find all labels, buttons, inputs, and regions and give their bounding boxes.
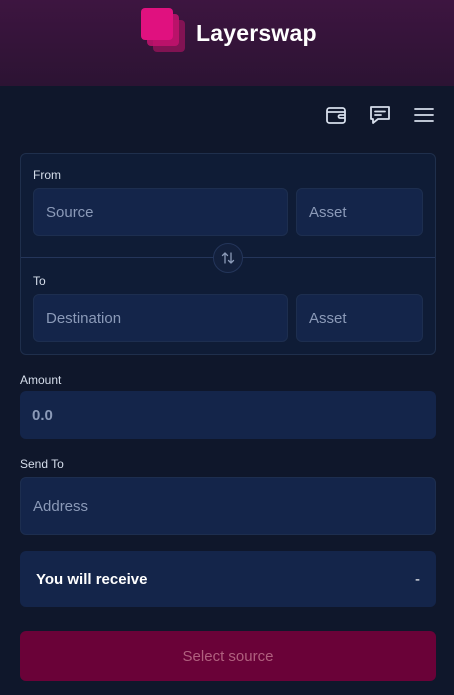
select-source-button[interactable]: Select source <box>20 631 436 681</box>
amount-input[interactable]: 0.0 <box>20 391 436 439</box>
receive-label: You will receive <box>36 570 148 588</box>
to-label: To <box>33 274 46 288</box>
send-to-label: Send To <box>20 457 64 471</box>
to-asset-select[interactable]: Asset <box>296 294 423 342</box>
source-select[interactable]: Source <box>33 188 288 236</box>
wallet-icon[interactable] <box>324 103 348 127</box>
swap-card: From Source Asset To Destination Asset <box>20 153 436 355</box>
layerswap-logo-icon[interactable] <box>141 8 187 54</box>
amount-label: Amount <box>20 373 62 387</box>
address-input[interactable]: Address <box>20 477 436 535</box>
header: Layerswap <box>0 0 454 86</box>
menu-icon[interactable] <box>412 103 436 127</box>
from-asset-select[interactable]: Asset <box>296 188 423 236</box>
brand-name[interactable]: Layerswap <box>196 20 317 47</box>
swap-direction-button[interactable] <box>213 243 243 273</box>
receive-summary: You will receive - <box>20 551 436 607</box>
destination-select[interactable]: Destination <box>33 294 288 342</box>
from-label: From <box>33 168 61 182</box>
swap-arrows-icon <box>221 252 235 264</box>
logo-layer-1 <box>141 8 173 40</box>
chat-icon[interactable] <box>368 103 392 127</box>
receive-value: - <box>415 570 420 588</box>
